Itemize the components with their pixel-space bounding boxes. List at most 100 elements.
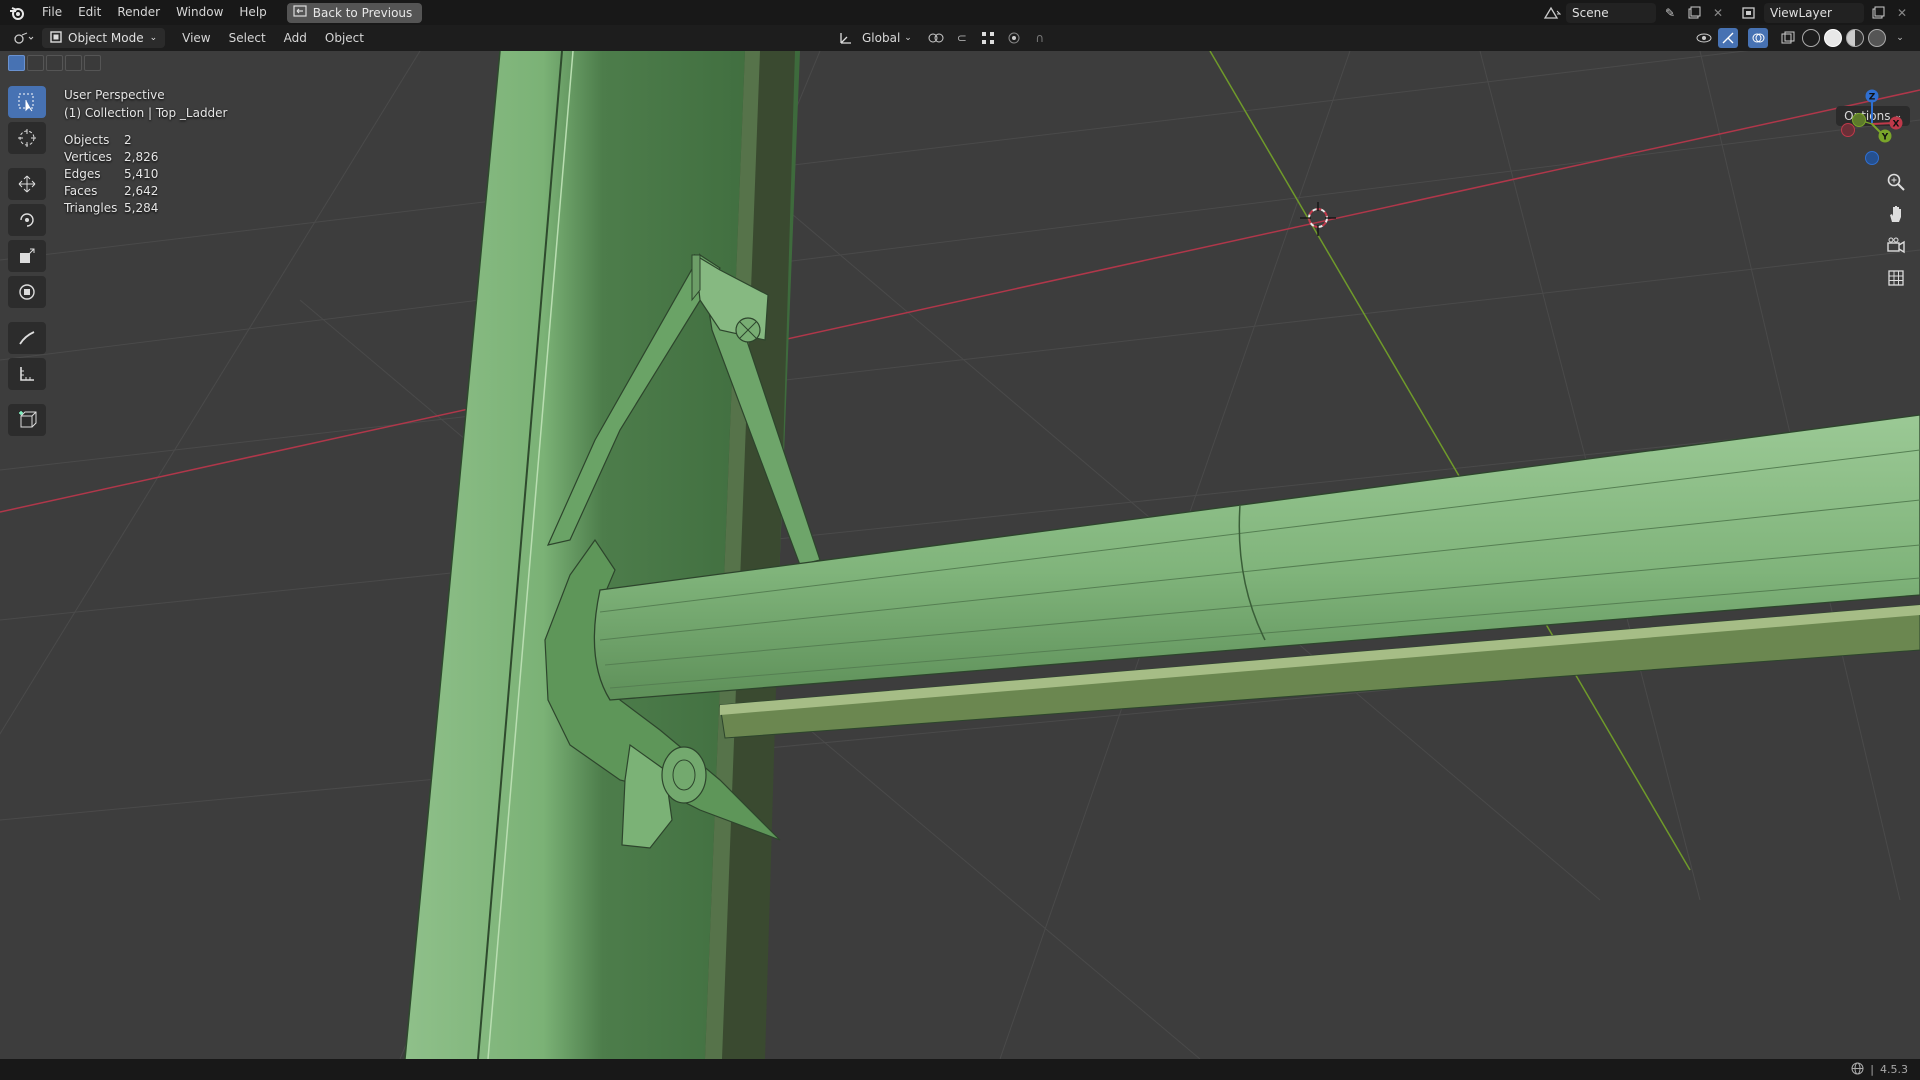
- menu-window[interactable]: Window: [168, 0, 231, 25]
- stat-row: Vertices 2,826: [64, 149, 228, 166]
- gizmo-toggle-icon[interactable]: [1718, 28, 1738, 48]
- stat-value: 5,284: [124, 201, 159, 215]
- pivot-point-icon[interactable]: [926, 28, 946, 48]
- stat-label: Objects: [64, 133, 110, 147]
- scene-render[interactable]: [0, 51, 1920, 1059]
- version-label: 4.5.3: [1880, 1063, 1908, 1076]
- select-box-icon[interactable]: [8, 86, 46, 118]
- transform-orientation-dropdown[interactable]: Global ⌄: [862, 31, 912, 45]
- stat-label: Vertices: [64, 150, 112, 164]
- stat-label: Faces: [64, 184, 98, 198]
- delete-view-layer-icon[interactable]: ✕: [1892, 3, 1912, 23]
- annotate-icon[interactable]: [8, 322, 46, 354]
- scale-icon[interactable]: [8, 240, 46, 272]
- stat-label: Edges: [64, 167, 101, 181]
- gizmo-neg-z[interactable]: [1865, 151, 1879, 165]
- visibility-icon[interactable]: [1694, 28, 1714, 48]
- stat-value: 2: [124, 133, 132, 147]
- menu-help[interactable]: Help: [231, 0, 274, 25]
- proportional-edit-icon[interactable]: [1004, 28, 1024, 48]
- menu-file[interactable]: File: [34, 0, 70, 25]
- menu-object[interactable]: Object: [316, 25, 373, 51]
- material-shading-icon[interactable]: [1846, 29, 1864, 47]
- stat-label: Triangles: [64, 201, 118, 215]
- stat-row: Faces 2,642: [64, 183, 228, 200]
- solid-shading-icon[interactable]: [1824, 29, 1842, 47]
- viewport-info-overlay: User Perspective (1) Collection | Top _L…: [64, 86, 228, 217]
- hand-icon[interactable]: [1884, 202, 1908, 226]
- screen-back-icon: [293, 5, 307, 20]
- gizmo-y-label: Y: [1881, 133, 1889, 143]
- 3d-viewport[interactable]: Options ⌄: [0, 51, 1920, 1059]
- menu-view[interactable]: View: [173, 25, 219, 51]
- stat-row: Triangles 5,284: [64, 200, 228, 217]
- menu-add[interactable]: Add: [275, 25, 316, 51]
- object-mode-dropdown[interactable]: Object Mode ⌄: [42, 28, 166, 48]
- falloff-icon[interactable]: ∩: [1030, 28, 1050, 48]
- stat-value: 2,642: [124, 184, 159, 198]
- move-icon[interactable]: [8, 168, 46, 200]
- collection-label: (1) Collection | Top _Ladder: [64, 106, 228, 120]
- chevron-down-icon: ⌄: [149, 33, 158, 43]
- blender-window: File Edit Render Window Help Back to Pre…: [0, 0, 1920, 1080]
- view-layer-name: ViewLayer: [1770, 5, 1832, 20]
- top-menu-bar: File Edit Render Window Help Back to Pre…: [0, 0, 1920, 25]
- top-right-controls: Scene ✎ ✕ ViewLayer ✕: [1542, 0, 1920, 25]
- transform-controls: Global ⌄ ⊂ ∩: [836, 25, 1050, 51]
- rendered-shading-icon[interactable]: [1868, 29, 1886, 47]
- menu-select[interactable]: Select: [220, 25, 275, 51]
- transform-icon[interactable]: [8, 276, 46, 308]
- gizmo-z-label: Z: [1869, 93, 1876, 103]
- scene-selector-icon[interactable]: [1542, 3, 1562, 23]
- select-invert-icon[interactable]: [65, 55, 82, 71]
- gizmo-neg-x[interactable]: [1841, 123, 1855, 137]
- view-layer-icon[interactable]: [1740, 3, 1760, 23]
- stat-row: Objects 2: [64, 132, 228, 149]
- object-mode-icon: [50, 30, 62, 46]
- blender-logo-icon[interactable]: [0, 0, 34, 25]
- viewport-display-controls: ⌄: [1694, 25, 1910, 51]
- scene-name-field[interactable]: Scene: [1566, 2, 1656, 23]
- chevron-down-icon[interactable]: ⌄: [1890, 28, 1910, 48]
- camera-icon[interactable]: [1884, 234, 1908, 258]
- rotate-icon[interactable]: [8, 204, 46, 236]
- grid-icon[interactable]: [1884, 266, 1908, 290]
- snap-icon[interactable]: ⊂: [952, 28, 972, 48]
- editor-type-icon[interactable]: [10, 28, 38, 48]
- xray-toggle-icon[interactable]: [1778, 28, 1798, 48]
- back-button-label: Back to Previous: [312, 5, 413, 20]
- menu-render[interactable]: Render: [109, 0, 168, 25]
- snap-target-icon[interactable]: [978, 28, 998, 48]
- status-bar: | 4.5.3: [0, 1059, 1920, 1080]
- view-layer-field[interactable]: ViewLayer: [1764, 2, 1864, 23]
- back-to-previous-button[interactable]: Back to Previous: [286, 2, 423, 23]
- scene-statistics: Objects 2 Vertices 2,826 Edges 5,410 Faces 2…: [64, 132, 228, 217]
- select-intersect-icon[interactable]: [84, 55, 101, 71]
- navigation-gizmo[interactable]: Z X Y: [1832, 86, 1912, 169]
- viewport-header: Object Mode ⌄ View Select Add Object Glo…: [0, 25, 1920, 51]
- measure-icon[interactable]: [8, 358, 46, 390]
- pin-icon[interactable]: ✎: [1660, 3, 1680, 23]
- select-subtract-icon[interactable]: [46, 55, 63, 71]
- delete-scene-icon[interactable]: ✕: [1708, 3, 1728, 23]
- orientation-icon[interactable]: [836, 28, 856, 48]
- wireframe-shading-icon[interactable]: [1802, 29, 1820, 47]
- scene-name: Scene: [1572, 5, 1609, 20]
- navigation-buttons: [1884, 170, 1908, 290]
- gizmo-neg-y[interactable]: [1852, 113, 1866, 127]
- menu-edit[interactable]: Edit: [70, 0, 109, 25]
- overlays-toggle-icon[interactable]: [1748, 28, 1768, 48]
- new-view-layer-icon[interactable]: [1868, 3, 1888, 23]
- add-cube-icon[interactable]: [8, 404, 46, 436]
- select-extend-icon[interactable]: [27, 55, 44, 71]
- zoom-icon[interactable]: [1884, 170, 1908, 194]
- selection-mode-buttons: [8, 55, 101, 71]
- select-new-icon[interactable]: [8, 55, 25, 71]
- perspective-label: User Perspective: [64, 88, 165, 102]
- transform-orientation-label: Global: [862, 31, 901, 45]
- cursor-icon[interactable]: [8, 122, 46, 154]
- status-divider: |: [1870, 1063, 1874, 1076]
- chevron-down-icon: ⌄: [904, 33, 912, 43]
- new-scene-icon[interactable]: [1684, 3, 1704, 23]
- tool-shelf: [8, 86, 48, 436]
